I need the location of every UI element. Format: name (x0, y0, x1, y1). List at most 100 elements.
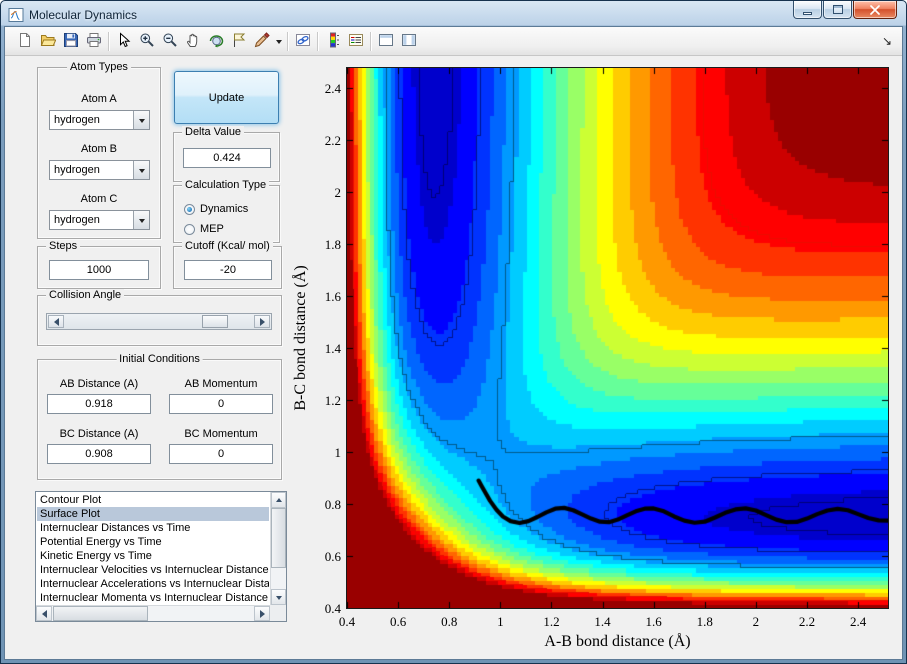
insert-colorbar-icon (325, 32, 341, 51)
y-tick-label: 1.8 (324, 237, 341, 252)
zoom-out-icon (162, 32, 178, 51)
right-arrow-icon (259, 609, 269, 618)
calculation-type-panel: Calculation Type Dynamics MEP (173, 179, 280, 243)
list-item[interactable]: Internuclear Velocities vs Internuclear … (37, 563, 269, 577)
open-folder-button[interactable] (36, 30, 59, 52)
x-tick-label: 1.8 (696, 614, 713, 629)
slider-left-arrow-button[interactable] (48, 315, 64, 328)
titlebar[interactable]: Molecular Dynamics (4, 1, 903, 26)
ab-momentum-field[interactable]: 0 (169, 394, 273, 414)
maximize-icon (832, 5, 843, 14)
collision-angle-panel: Collision Angle (37, 289, 282, 346)
cutoff-field[interactable]: -20 (184, 260, 272, 280)
toolbar: ↘ (5, 27, 902, 56)
y-axis-label: B-C bond distance (Å) (292, 265, 309, 411)
slider-thumb[interactable] (202, 315, 228, 328)
initial-conditions-panel: Initial Conditions AB Distance (A) 0.918 A… (37, 353, 282, 480)
pan-icon (185, 32, 201, 51)
atom-c-dropdown[interactable]: hydrogen (49, 210, 150, 230)
dropdown-arrow-button[interactable] (133, 111, 149, 129)
horizontal-scrollbar[interactable] (36, 605, 270, 621)
up-arrow-icon (275, 495, 282, 502)
bc-momentum-field[interactable]: 0 (169, 444, 273, 464)
list-item[interactable]: Internuclear Momenta vs Internuclear Dis… (37, 591, 269, 604)
cutoff-panel: Cutoff (Kcal/ mol) -20 (173, 240, 282, 289)
app-icon (8, 7, 24, 23)
link-plots-button[interactable] (291, 30, 314, 52)
dropdown-selected-value: hydrogen (54, 114, 100, 126)
update-button[interactable]: Update (174, 71, 279, 124)
bc-distance-a-label: BC Distance (A) (59, 428, 139, 440)
new-document-button[interactable] (13, 30, 36, 52)
print-button[interactable] (82, 30, 105, 52)
brush-button[interactable] (250, 30, 273, 52)
x-axis-label: A-B bond distance (Å) (544, 633, 691, 650)
atom-b-dropdown[interactable]: hydrogen (49, 160, 150, 180)
radio-label: Dynamics (200, 203, 249, 215)
panel-title: Initial Conditions (116, 353, 203, 366)
hide-plot-tools-button[interactable] (374, 30, 397, 52)
slider-right-arrow-button[interactable] (254, 315, 270, 328)
pointer-button[interactable] (112, 30, 135, 52)
list-item[interactable]: Potential Energy vs Time (37, 535, 269, 549)
close-button[interactable] (853, 1, 897, 19)
zoom-out-button[interactable] (158, 30, 181, 52)
maximize-button[interactable] (823, 1, 852, 19)
potential-energy-surface-canvas[interactable] (346, 67, 889, 609)
ab-distance-a-label: AB Distance (A) (59, 378, 139, 390)
y-tick-label: 0.4 (324, 601, 341, 616)
dock-figure-icon[interactable]: ↘ (882, 34, 894, 48)
insert-legend-button[interactable] (344, 30, 367, 52)
brush-dropdown-button[interactable] (273, 30, 284, 52)
save-icon (63, 32, 79, 51)
right-arrow-icon (259, 317, 269, 326)
pan-button[interactable] (181, 30, 204, 52)
plot-type-listbox[interactable]: Contour Plot Surface Plot Internuclear Dis… (35, 491, 287, 622)
vertical-scroll-thumb[interactable] (271, 508, 286, 568)
radio-dynamics[interactable]: Dynamics (184, 202, 248, 216)
rotate-3d-icon (208, 32, 224, 51)
rotate-3d-button[interactable] (204, 30, 227, 52)
x-tick-label: 0.6 (389, 614, 407, 629)
pointer-icon (116, 31, 132, 51)
minimize-button[interactable] (793, 1, 822, 19)
zoom-in-button[interactable] (135, 30, 158, 52)
list-item[interactable]: Contour Plot (37, 493, 269, 507)
y-tick-label: 2.2 (324, 133, 341, 149)
radio-mep[interactable]: MEP (184, 222, 224, 236)
print-icon (86, 32, 102, 51)
delta-value-field[interactable]: 0.424 (183, 148, 271, 168)
data-cursor-button[interactable] (227, 30, 250, 52)
atom-b-label: Atom B (80, 143, 118, 155)
vertical-scrollbar[interactable] (270, 492, 286, 605)
save-button[interactable] (59, 30, 82, 52)
panel-title: Atom Types (67, 61, 131, 74)
list-item[interactable]: Surface Plot (37, 507, 269, 521)
steps-field[interactable]: 1000 (49, 260, 149, 280)
dropdown-arrow-button[interactable] (133, 161, 149, 179)
bc-distance-a-field[interactable]: 0.908 (47, 444, 151, 464)
atom-a-dropdown[interactable]: hydrogen (49, 110, 150, 130)
list-item[interactable]: Internuclear Distances vs Time (37, 521, 269, 535)
collision-angle-slider[interactable] (46, 313, 272, 330)
scroll-down-button[interactable] (271, 589, 286, 605)
x-tick-label: 2.2 (798, 614, 816, 629)
x-tick-label: 2 (752, 614, 760, 629)
chevron-down-icon (138, 168, 145, 176)
insert-legend-icon (348, 32, 364, 51)
dropdown-arrow-button[interactable] (133, 211, 149, 229)
list-item[interactable]: Kinetic Energy vs Time (37, 549, 269, 563)
y-tick-label: 2.4 (324, 81, 341, 97)
chevron-down-icon (138, 218, 145, 226)
scroll-left-button[interactable] (36, 606, 52, 621)
show-plot-tools-button[interactable] (397, 30, 420, 52)
horizontal-scroll-thumb[interactable] (53, 606, 148, 621)
list-item[interactable]: Internuclear Accelerations vs Internucle… (37, 577, 269, 591)
panel-title: Calculation Type (182, 179, 270, 192)
insert-colorbar-button[interactable] (321, 30, 344, 52)
bc-momentum-label: BC Momentum (184, 428, 258, 440)
ab-distance-a-field[interactable]: 0.918 (47, 394, 151, 414)
x-tick-label: 1.4 (594, 614, 611, 629)
scroll-up-button[interactable] (271, 492, 286, 508)
scroll-right-button[interactable] (254, 606, 270, 621)
